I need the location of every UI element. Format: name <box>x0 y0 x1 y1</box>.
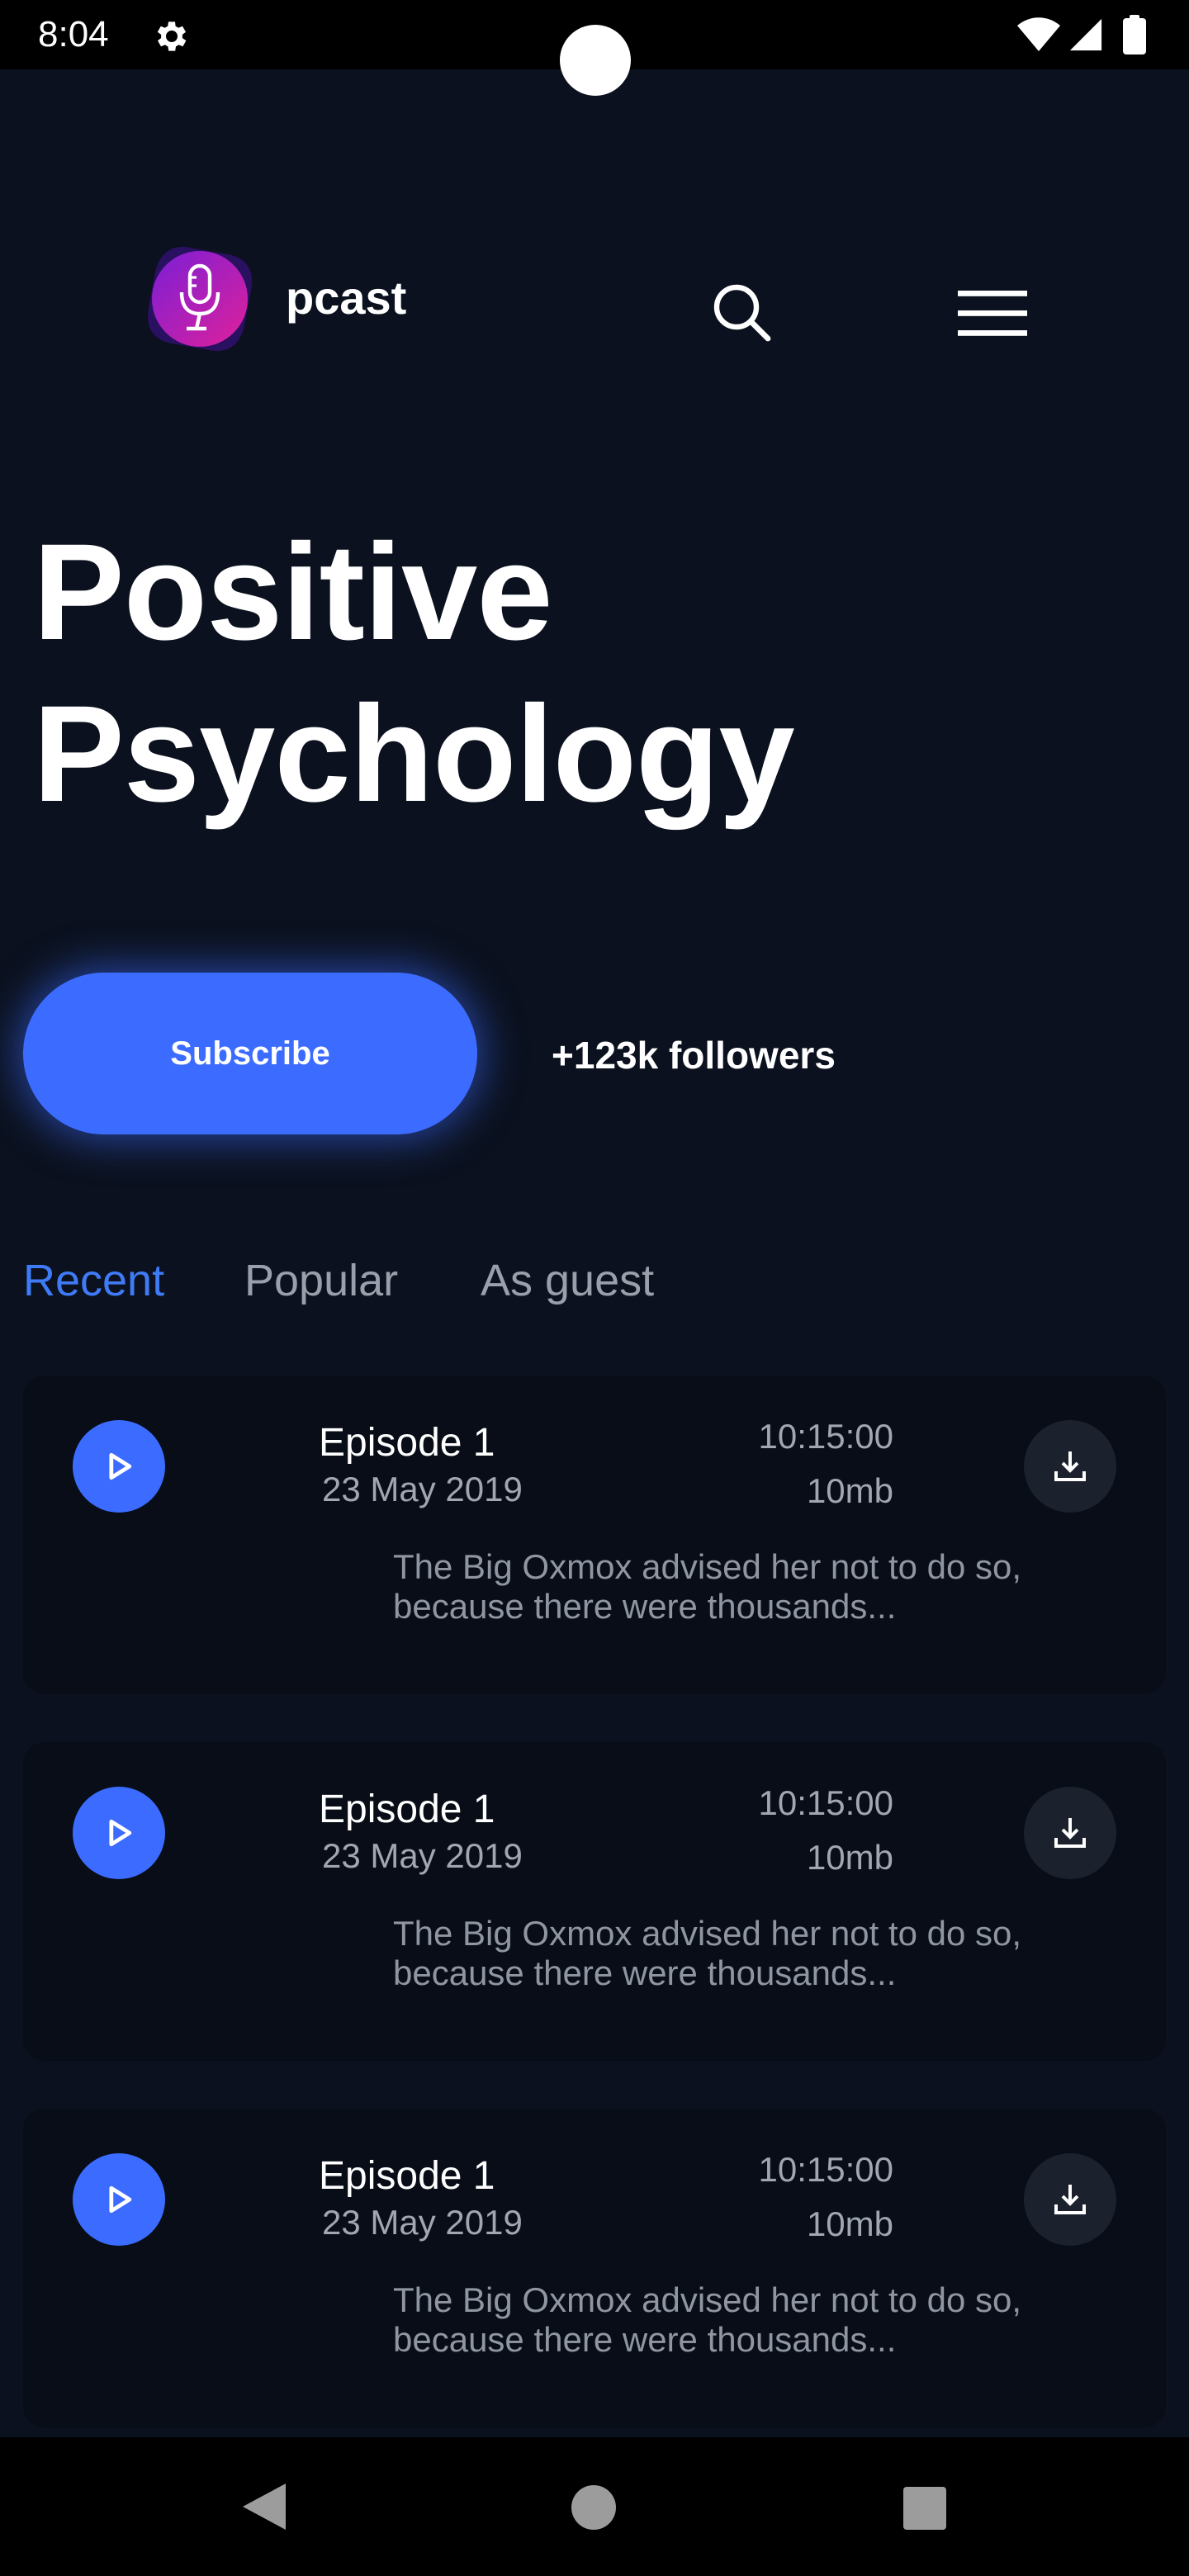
episode-duration: 10:15:00 <box>758 1783 894 1822</box>
subscribe-button[interactable]: Subscribe <box>23 973 477 1134</box>
play-button[interactable] <box>73 1420 165 1513</box>
gear-icon <box>157 21 187 51</box>
download-button[interactable] <box>1024 2153 1116 2246</box>
episode-date: 23 May 2019 <box>322 2203 523 2242</box>
hamburger-menu-icon[interactable] <box>958 287 1027 340</box>
episode-duration: 10:15:00 <box>758 2150 894 2189</box>
episode-date: 23 May 2019 <box>322 1836 523 1875</box>
episode-card[interactable]: Episode 1 23 May 2019 10:15:00 10mb The … <box>23 1376 1166 1694</box>
episode-title: Episode 1 <box>319 2154 495 2198</box>
status-time: 8:04 <box>38 14 109 54</box>
download-icon <box>1054 1818 1086 1848</box>
episode-card[interactable]: Episode 1 23 May 2019 10:15:00 10mb The … <box>23 1742 1166 2061</box>
page-title-line-2: Psychology <box>33 678 795 831</box>
tab-recent[interactable]: Recent <box>23 1253 164 1308</box>
app-screen: 8:04 pcast Positive Psychology Subscribe… <box>0 0 1189 2576</box>
recents-icon[interactable] <box>903 2487 946 2530</box>
system-nav-bar <box>0 2437 1189 2576</box>
download-button[interactable] <box>1024 1787 1116 1879</box>
play-button[interactable] <box>73 1787 165 1879</box>
download-icon <box>1054 2185 1086 2214</box>
episode-size: 10mb <box>806 1471 893 1510</box>
play-button[interactable] <box>73 2153 165 2246</box>
episode-description: The Big Oxmox advised her not to do so, … <box>393 2280 1022 2359</box>
camera-cutout <box>560 25 631 96</box>
play-icon <box>109 2185 132 2214</box>
signal-icon <box>1069 18 1102 51</box>
followers-count: +123k followers <box>552 1034 836 1077</box>
search-icon[interactable] <box>710 281 773 343</box>
back-icon[interactable] <box>239 2480 289 2533</box>
episode-duration: 10:15:00 <box>758 1417 894 1456</box>
episode-date: 23 May 2019 <box>322 1470 523 1508</box>
app-name: pcast <box>286 272 407 324</box>
page-title-line-1: Positive <box>33 516 553 669</box>
battery-icon <box>1123 15 1146 54</box>
tab-as-guest[interactable]: As guest <box>481 1253 654 1308</box>
download-icon <box>1054 1451 1086 1481</box>
page-title: Positive Psychology <box>33 512 1106 836</box>
episode-description: The Big Oxmox advised her not to do so, … <box>393 1547 1022 1626</box>
download-button[interactable] <box>1024 1420 1116 1513</box>
episode-title: Episode 1 <box>319 1421 495 1465</box>
episode-description: The Big Oxmox advised her not to do so, … <box>393 1914 1022 1992</box>
play-icon <box>109 1819 132 1847</box>
tab-popular[interactable]: Popular <box>244 1253 398 1308</box>
play-icon <box>109 1452 132 1480</box>
home-icon[interactable] <box>571 2485 616 2530</box>
episode-card[interactable]: Episode 1 23 May 2019 10:15:00 10mb The … <box>23 2109 1166 2427</box>
episode-size: 10mb <box>806 1838 893 1877</box>
status-bar: 8:04 <box>0 0 1189 96</box>
episode-size: 10mb <box>806 2204 893 2243</box>
wifi-icon <box>1017 17 1060 51</box>
microphone-icon <box>147 246 253 352</box>
episode-title: Episode 1 <box>319 1788 495 1831</box>
